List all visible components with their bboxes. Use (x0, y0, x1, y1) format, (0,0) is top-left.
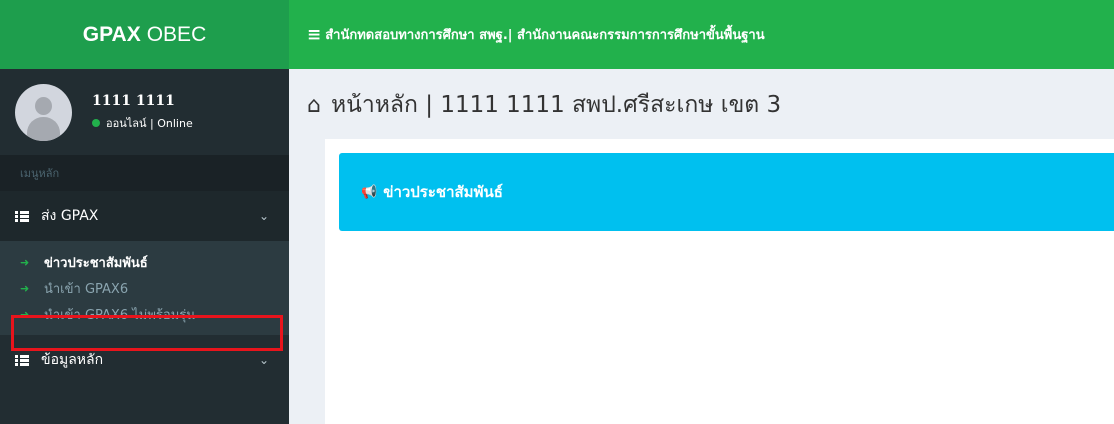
user-panel: 1111 1111 ออนไลน์ | Online (0, 69, 289, 155)
page-title: ⌂ หน้าหลัก | 1111 1111 สพป.ศรีสะเกษ เขต … (307, 85, 781, 125)
sidebar-menu-master-data[interactable]: ข้อมูลหลัก ⌄ (0, 335, 289, 385)
list-icon (15, 210, 29, 222)
page-title-text: หน้าหลัก | 1111 1111 สพป.ศรีสะเกษ เขต 3 (330, 92, 782, 118)
sidebar-menu-label: ส่ง GPAX (41, 208, 99, 224)
sidebar-item-label: นำเข้า GPAX6 (44, 281, 129, 297)
sidebar-item-label: ข่าวประชาสัมพันธ์ (44, 255, 148, 271)
topbar-title: สำนักทดสอบทางการศึกษา สพฐ.| สำนักงานคณะก… (325, 28, 765, 43)
home-icon: ⌂ (307, 92, 321, 118)
user-status: ออนไลน์ | Online (92, 114, 193, 132)
sign-in-icon: ➜ (20, 307, 30, 321)
brand-light: OBEC (146, 22, 207, 46)
avatar (15, 83, 72, 141)
sidebar-item-label: นำเข้า GPAX6 ไม่พร้อมรุ่น (44, 307, 196, 323)
chevron-down-icon: ⌄ (258, 209, 269, 223)
bullhorn-icon: 📢 (361, 184, 378, 200)
sidebar: 1111 1111 ออนไลน์ | Online เมนูหลัก ส่ง … (0, 69, 289, 424)
online-dot-icon (92, 118, 100, 127)
news-box-label: ข่าวประชาสัมพันธ์ (383, 183, 503, 201)
user-name: 1111 1111 (92, 92, 175, 109)
sidebar-item-import-gpax6-not-ready[interactable]: ➜ นำเข้า GPAX6 ไม่พร้อมรุ่น (0, 301, 289, 327)
sidebar-menu-label: ข้อมูลหลัก (41, 352, 104, 368)
brand-bold: GPAX (82, 22, 141, 46)
hamburger-icon[interactable]: ≡ (307, 25, 321, 45)
submenu-send-gpax: ➜ ข่าวประชาสัมพันธ์ ➜ นำเข้า GPAX6 ➜ นำเ… (0, 241, 289, 335)
chevron-down-icon: ⌄ (258, 353, 269, 367)
list-icon (15, 354, 29, 366)
sidebar-item-news[interactable]: ➜ ข่าวประชาสัมพันธ์ (0, 249, 289, 275)
sidebar-menu-send-gpax[interactable]: ส่ง GPAX ⌄ (0, 191, 289, 241)
sign-in-icon: ➜ (20, 281, 30, 295)
top-navbar: ≡ สำนักทดสอบทางการศึกษา สพฐ.| สำนักงานคณ… (289, 0, 1114, 69)
sidebar-header: เมนูหลัก (0, 155, 289, 191)
news-box-header: 📢 ข่าวประชาสัมพันธ์ (339, 153, 1114, 231)
user-status-label: ออนไลน์ | Online (106, 116, 193, 130)
brand-logo[interactable]: GPAX OBEC (0, 0, 289, 69)
sidebar-item-import-gpax6[interactable]: ➜ นำเข้า GPAX6 (0, 275, 289, 301)
sign-in-icon: ➜ (20, 255, 30, 269)
